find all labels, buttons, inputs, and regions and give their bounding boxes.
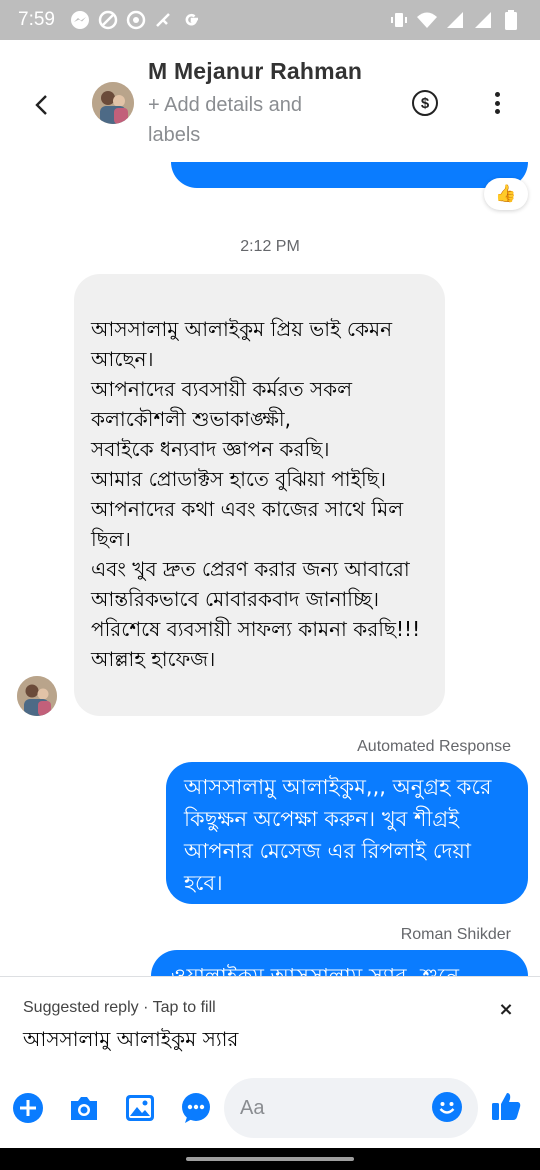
message-input-box[interactable] — [224, 1078, 478, 1138]
messenger-icon — [69, 9, 91, 31]
battery-icon — [500, 9, 522, 31]
sender-avatar[interactable] — [17, 676, 57, 716]
notification-icons — [69, 9, 203, 31]
message-timestamp: 2:12 PM — [240, 238, 300, 255]
plus-icon — [13, 1093, 43, 1123]
chevron-left-icon — [35, 95, 47, 115]
signal-icon — [472, 9, 494, 31]
system-icons — [388, 9, 522, 31]
message-input[interactable] — [240, 1092, 430, 1124]
chat-extensions-button[interactable] — [180, 1092, 212, 1124]
like-button[interactable] — [490, 1090, 522, 1122]
home-indicator[interactable] — [186, 1157, 354, 1161]
google-icon — [181, 9, 203, 31]
signal-icon — [444, 9, 466, 31]
incoming-message-bubble[interactable]: আসসালামু আলাইকুম প্রিয় ভাই কেমন আছেন। আ… — [74, 274, 445, 716]
contact-name[interactable]: M Mejanur Rahman — [148, 58, 362, 85]
navigation-bar — [0, 1148, 540, 1170]
back-button[interactable] — [26, 90, 56, 120]
wifi-icon — [416, 9, 438, 31]
like-reaction[interactable]: 👍 — [484, 178, 528, 210]
suggested-reply-panel[interactable]: Suggested reply · Tap to fill আসসালামু আ… — [0, 976, 540, 1054]
smiley-icon — [433, 1093, 461, 1121]
status-time: 7:59 — [18, 9, 55, 30]
sender-name-label: Roman Shikder — [400, 926, 511, 943]
thumbs-up-icon — [492, 1093, 521, 1120]
add-button[interactable] — [12, 1092, 44, 1124]
dot — [494, 92, 500, 97]
suggested-reply-label: Suggested reply · Tap to fill — [23, 999, 216, 1016]
avatar[interactable] — [92, 82, 134, 124]
automated-message-bubble[interactable]: আসসালামু আলাইকুম,,, অনুগ্রহ করে কিছুক্ষন… — [166, 762, 528, 904]
blocked-icon — [97, 9, 119, 31]
chat-bubble-icon — [182, 1093, 210, 1123]
vibrate-icon — [388, 9, 410, 31]
camera-icon — [71, 1097, 97, 1120]
automated-response-label: Automated Response — [357, 738, 511, 755]
message-composer — [0, 1072, 540, 1148]
add-details-link[interactable]: + Add details and labels — [148, 90, 348, 150]
app-icon — [125, 9, 147, 31]
payment-button[interactable]: $ — [412, 90, 438, 116]
message-list[interactable]: 👍 2:12 PM আসসালামু আলাইকুম প্রিয় ভাই কে… — [0, 162, 540, 976]
previous-message-bubble[interactable] — [171, 162, 528, 188]
outgoing-message-text: ওয়ালাইকুম আসসালাম স্যার, শুনে — [171, 964, 460, 976]
more-options-button[interactable] — [484, 88, 510, 118]
image-icon — [126, 1095, 154, 1121]
conversation-header: M Mejanur Rahman + Add details and label… — [0, 40, 540, 162]
incoming-message-text: আসসালামু আলাইকুম প্রিয় ভাই কেমন আছেন। আ… — [91, 317, 421, 671]
automated-message-text: আসসালামু আলাইকুম,,, অনুগ্রহ করে কিছুক্ষন… — [184, 775, 492, 895]
emoji-button[interactable] — [432, 1092, 462, 1122]
gallery-button[interactable] — [124, 1092, 156, 1124]
suggested-reply-text[interactable]: আসসালামু আলাইকুম স্যার — [23, 1025, 238, 1058]
close-icon[interactable]: × — [496, 999, 516, 1020]
call-icon — [153, 9, 175, 31]
camera-button[interactable] — [68, 1092, 100, 1124]
outgoing-message-bubble[interactable]: ওয়ালাইকুম আসসালাম স্যার, শুনে — [151, 950, 528, 976]
status-bar: 7:59 — [0, 0, 540, 40]
dot — [494, 109, 500, 114]
dot — [494, 100, 500, 106]
